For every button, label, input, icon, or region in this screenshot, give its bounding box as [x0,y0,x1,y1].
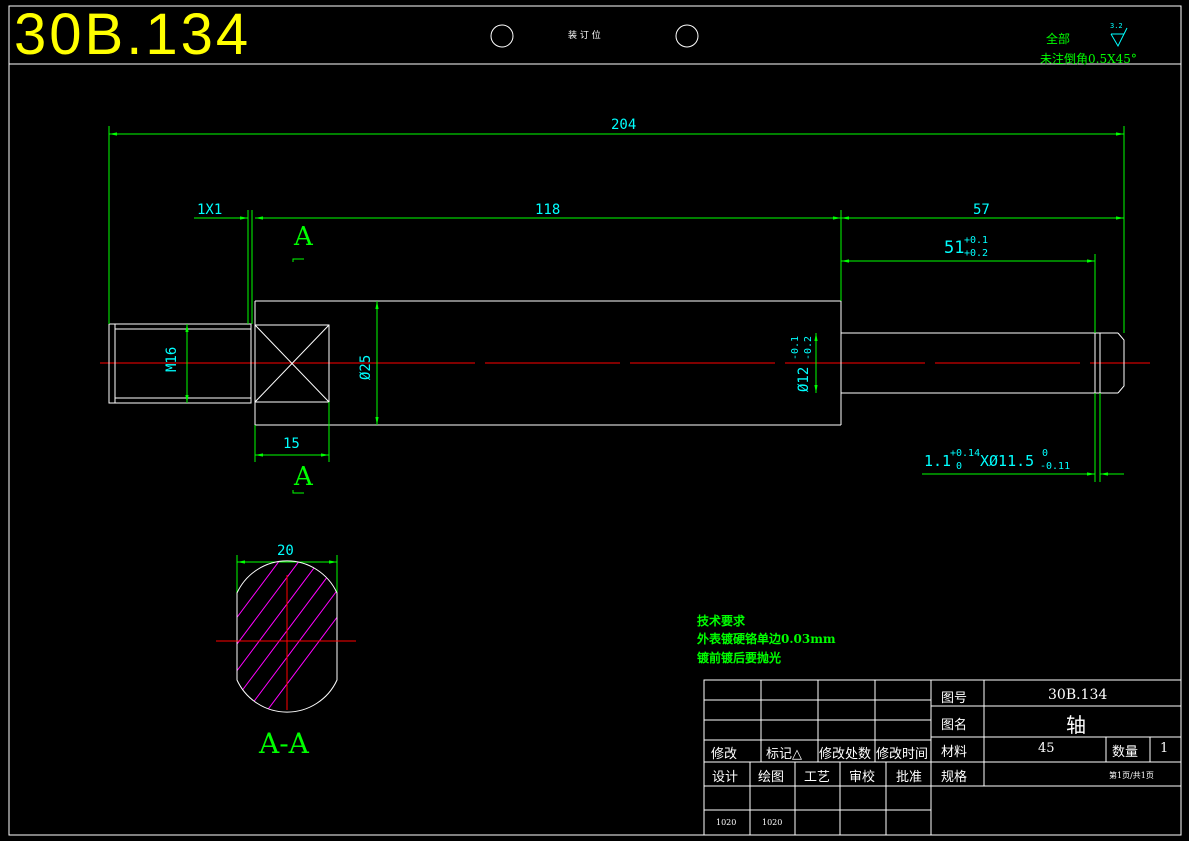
tb-process-label: 工艺 [804,770,831,785]
tb-mark-label: 标记△ [766,747,802,762]
tb-material-value: 45 [1038,741,1055,756]
drawing-number-title: 30B.134 [14,2,252,67]
dim-body-length: 118 [535,202,561,218]
binding-hole-right [675,24,699,48]
dim-shaft-tol-upper: -0.1 [790,335,801,360]
tb-name-value: 轴 [1066,713,1086,737]
tb-drawing-no-value: 30B.134 [1048,687,1108,703]
tb-design-label: 设计 [712,770,739,785]
tb-revision-time-label: 修改时间 [876,747,929,762]
tech-req-line1: 外表镀硬铬单边0.03mm [697,632,836,646]
dim-groove-diameter: XØ11.5 [980,452,1035,470]
dim-groove-position-tol-upper: +0.1 [964,235,989,246]
section-view-AA [216,560,356,713]
tb-revision-count-label: 修改处数 [819,747,872,762]
tb-drawing-label: 绘图 [758,770,785,785]
binding-label: 装 订 位 [568,31,601,41]
dim-groove-spec: 1.1 [924,452,952,470]
tb-spec-label: 规格 [941,770,968,785]
all-surfaces-label: 全部 [1046,32,1071,46]
dim-groove-tol-upper: +0.14 [950,448,981,459]
section-view-label: A-A [259,727,309,760]
dim-shaft-diameter-group: Ø12 -0.1 -0.2 [790,322,820,392]
dim-shaft-tol-lower: -0.2 [803,335,814,360]
engineering-drawing [8,5,1182,836]
binding-hole-left [490,24,514,48]
tech-req-title: 技术要求 [697,614,746,628]
chamfer-note: 未注倒角0.5X45° [1040,52,1137,66]
dim-thread-chamfer: 1X1 [197,202,223,218]
dim-groove-dia-tol-lower: -0.11 [1040,461,1071,472]
dim-flat-width: 20 [277,543,294,559]
dim-thread: M16 [164,346,180,372]
dim-groove-tol-lower: 0 [956,461,963,472]
tb-design-code: 1020 [716,818,737,827]
dim-overall-length: 204 [611,117,637,133]
dim-groove-dia-tol-upper: 0 [1042,448,1049,459]
dim-groove-position-tol-lower: +0.2 [964,248,989,259]
dim-flat-length: 15 [283,436,300,452]
tb-page-info: 第1页/共1页 [1109,771,1154,780]
tb-name-label: 图名 [941,718,968,733]
tb-check-label: 审校 [849,770,876,785]
section-marker-top: A [294,222,313,252]
tb-revision-label: 修改 [711,747,738,762]
tb-quantity-label: 数量 [1112,745,1139,760]
dim-right-length: 57 [973,202,990,218]
tb-material-label: 材料 [941,745,968,760]
section-marker-bottom: A [294,462,313,492]
tb-approve-label: 批准 [896,770,923,785]
roughness-value: 3.2 [1110,22,1123,30]
dim-shaft-diameter: Ø12 [796,366,812,392]
tech-req-line2: 镀前镀后要抛光 [697,651,782,665]
tb-drawing-code: 1020 [762,818,783,827]
drawing-frame [8,5,1182,836]
dimension-lines [108,126,1125,595]
tb-quantity-value: 1 [1160,741,1169,756]
tb-drawing-no-label: 图号 [941,691,968,706]
roughness-symbol [1110,27,1128,48]
dim-groove-position: 51 [944,238,965,258]
dim-body-diameter: Ø25 [358,354,374,380]
